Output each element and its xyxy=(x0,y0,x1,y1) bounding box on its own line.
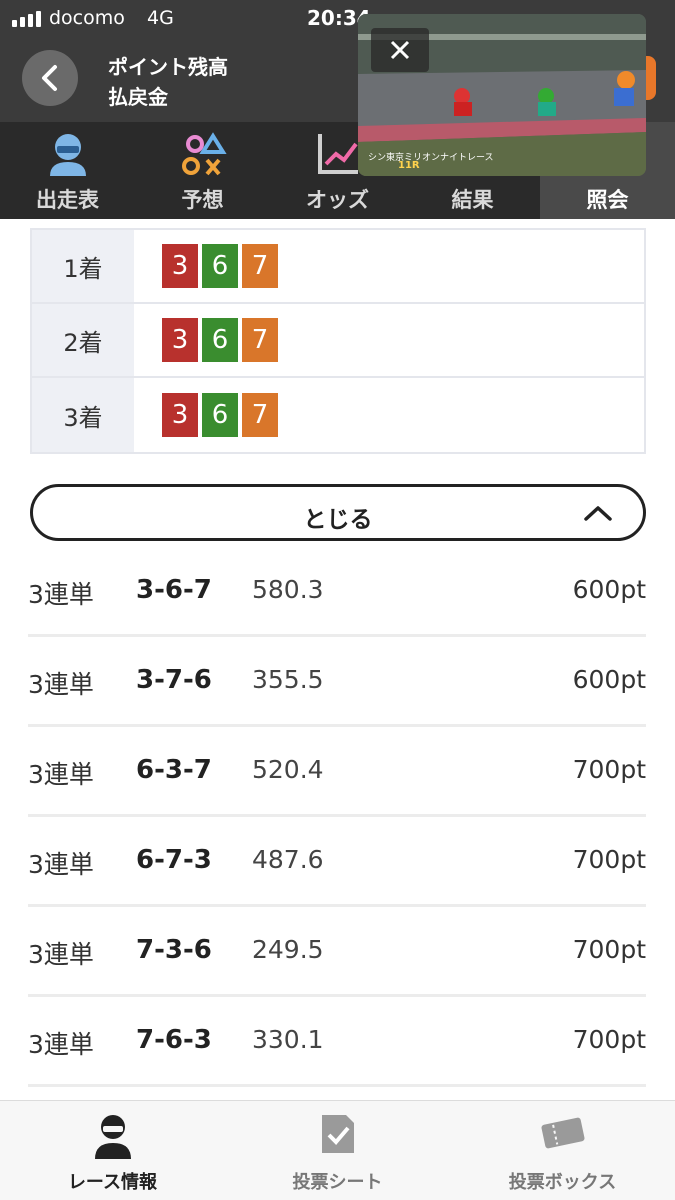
chevron-left-icon xyxy=(42,65,57,91)
bet-combination: 6-7-3 xyxy=(136,845,212,875)
number-chip: 7 xyxy=(242,244,278,288)
nav-label: 投票ボックス xyxy=(508,1172,617,1193)
bet-points: 700pt xyxy=(572,935,646,964)
bet-combination: 6-3-7 xyxy=(136,755,212,785)
chevron-up-icon xyxy=(584,506,612,521)
trend-chart-icon xyxy=(318,134,358,174)
video-race-number: 11R xyxy=(398,160,420,171)
position-label: 2着 xyxy=(32,304,134,376)
number-chip: 6 xyxy=(202,393,238,437)
number-chip: 6 xyxy=(202,318,238,362)
checkmark-sheet-icon xyxy=(321,1115,354,1153)
list-item[interactable]: 3連単 3-7-6 355.5 600pt xyxy=(28,637,646,727)
bet-combination: 3-7-6 xyxy=(136,665,212,695)
bottom-navigation: レース情報 投票シート 投票ボックス xyxy=(0,1100,675,1200)
bet-points: 700pt xyxy=(572,845,646,874)
tab-label: 予想 xyxy=(181,188,224,212)
symbols-icon xyxy=(182,132,227,176)
signal-strength-icon xyxy=(12,11,41,27)
nav-label: 投票シート xyxy=(292,1172,383,1193)
bet-list: 3連単 3-6-7 580.3 600pt 3連単 3-7-6 355.5 60… xyxy=(28,547,646,1087)
page-title: ポイント残高 払戻金 xyxy=(108,52,228,112)
bet-odds: 249.5 xyxy=(252,935,324,964)
back-button[interactable] xyxy=(22,50,78,106)
bet-type: 3連単 xyxy=(28,670,94,699)
close-icon xyxy=(390,40,410,60)
chip-group: 3 6 7 xyxy=(134,230,644,302)
list-item[interactable]: 3連単 6-3-7 520.4 700pt xyxy=(28,727,646,817)
table-row: 2着 3 6 7 xyxy=(32,304,644,378)
number-chip: 6 xyxy=(202,244,238,288)
tab-label: オッズ xyxy=(306,188,369,212)
bet-combination: 3-6-7 xyxy=(136,575,212,605)
racer-icon xyxy=(94,1115,131,1159)
tab-prediction[interactable]: 予想 xyxy=(135,122,270,219)
network-type: 4G xyxy=(147,7,174,29)
collapse-button[interactable]: とじる xyxy=(30,484,646,541)
nav-race-info[interactable]: レース情報 xyxy=(0,1101,225,1200)
bet-odds: 580.3 xyxy=(252,575,324,604)
number-chip: 7 xyxy=(242,318,278,362)
number-chip: 3 xyxy=(162,244,198,288)
bet-type: 3連単 xyxy=(28,850,94,879)
nav-label: レース情報 xyxy=(67,1172,158,1193)
ticket-icon xyxy=(541,1117,584,1149)
nav-bet-box[interactable]: 投票ボックス xyxy=(450,1101,675,1200)
number-chip: 3 xyxy=(162,393,198,437)
video-caption: シン東京ミリオンナイトレース xyxy=(368,153,494,163)
nav-bet-sheet[interactable]: 投票シート xyxy=(225,1101,450,1200)
number-chip: 3 xyxy=(162,318,198,362)
bet-type: 3連単 xyxy=(28,1030,94,1059)
tab-label: 出走表 xyxy=(36,188,99,212)
live-video-player[interactable]: シン東京ミリオンナイトレース 11R xyxy=(358,14,646,176)
close-video-button[interactable] xyxy=(371,28,429,72)
tab-entries[interactable]: 出走表 xyxy=(0,122,135,219)
tab-label: 照会 xyxy=(586,188,629,212)
racer-icon xyxy=(50,134,86,176)
arrival-table: 1着 3 6 7 2着 3 6 7 3着 3 6 7 xyxy=(30,228,646,454)
bet-odds: 520.4 xyxy=(252,755,324,784)
position-label: 3着 xyxy=(32,378,134,452)
chip-group: 3 6 7 xyxy=(134,304,644,376)
list-item[interactable]: 3連単 7-3-6 249.5 700pt xyxy=(28,907,646,997)
title-line-1: ポイント残高 xyxy=(108,55,228,79)
bet-odds: 330.1 xyxy=(252,1025,324,1054)
bet-points: 600pt xyxy=(572,575,646,604)
bet-points: 600pt xyxy=(572,665,646,694)
list-item[interactable]: 3連単 7-6-3 330.1 700pt xyxy=(28,997,646,1087)
list-item[interactable]: 3連単 6-7-3 487.6 700pt xyxy=(28,817,646,907)
tab-label: 結果 xyxy=(451,188,494,212)
bet-type: 3連単 xyxy=(28,940,94,969)
title-line-2: 払戻金 xyxy=(108,85,168,109)
bet-odds: 355.5 xyxy=(252,665,324,694)
position-label: 1着 xyxy=(32,230,134,302)
bet-points: 700pt xyxy=(572,1025,646,1054)
bet-type: 3連単 xyxy=(28,580,94,609)
bet-odds: 487.6 xyxy=(252,845,324,874)
table-row: 1着 3 6 7 xyxy=(32,230,644,304)
bet-combination: 7-3-6 xyxy=(136,935,212,965)
number-chip: 7 xyxy=(242,393,278,437)
bet-type: 3連単 xyxy=(28,760,94,789)
bet-points: 700pt xyxy=(572,755,646,784)
table-row: 3着 3 6 7 xyxy=(32,378,644,452)
chip-group: 3 6 7 xyxy=(134,378,644,452)
bet-combination: 7-6-3 xyxy=(136,1025,212,1055)
collapse-button-label: とじる xyxy=(303,507,373,533)
list-item[interactable]: 3連単 3-6-7 580.3 600pt xyxy=(28,547,646,637)
carrier-name: docomo xyxy=(49,7,125,29)
